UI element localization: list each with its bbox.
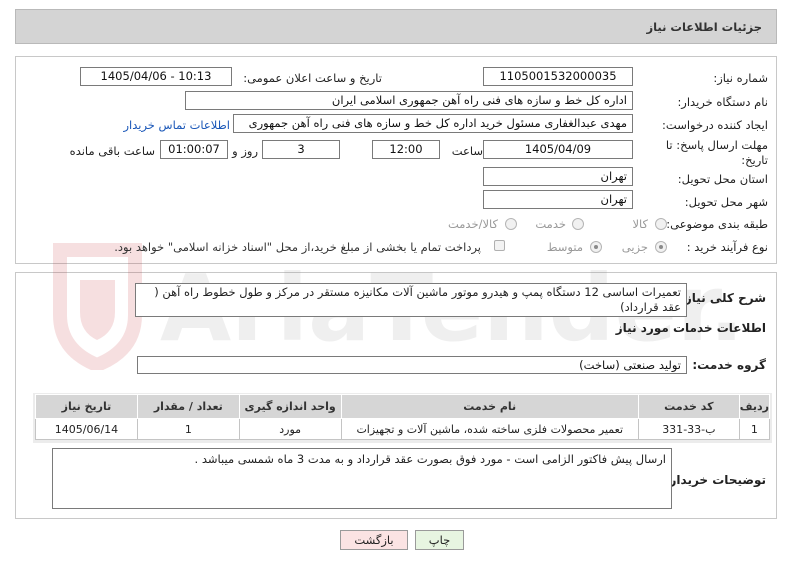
city-field: تهران xyxy=(483,190,633,209)
table-header-row: ردیف کد خدمت نام خدمت واحد اندازه گیری ت… xyxy=(35,394,771,419)
col-quantity: تعداد / مقدار xyxy=(136,394,240,419)
description-textarea[interactable]: تعمیرات اساسی 12 دستگاه پمپ و هیدرو موتو… xyxy=(135,283,687,317)
category-option-service: خدمت xyxy=(535,217,566,231)
col-service-name: نام خدمت xyxy=(340,394,639,419)
buyer-notes-textarea[interactable]: ارسال پیش فاکتور الزامی است - مورد فوق ب… xyxy=(52,448,672,509)
time-remaining-label: ساعت باقی مانده xyxy=(69,144,155,158)
days-label: روز و xyxy=(232,144,258,158)
page-header: جزئیات اطلاعات نیاز xyxy=(15,9,777,44)
buyer-org-label: نام دستگاه خریدار: xyxy=(677,95,768,109)
announce-datetime-field: 1405/04/06 - 10:13 xyxy=(80,67,232,86)
buyer-contact-link[interactable]: اطلاعات تماس خریدار xyxy=(123,118,230,132)
cell-need-date: 1405/06/14 xyxy=(35,418,138,440)
deadline-date-field: 1405/04/09 xyxy=(483,140,633,159)
treasury-payment-checkbox[interactable] xyxy=(494,240,505,251)
process-label: نوع فرآیند خرید : xyxy=(686,240,768,254)
print-button[interactable]: چاپ xyxy=(415,530,464,550)
province-label: استان محل تحویل: xyxy=(677,172,768,186)
description-label: شرح کلی نیاز: xyxy=(680,291,766,305)
cell-quantity: 1 xyxy=(136,418,240,440)
deadline-time-label: ساعت xyxy=(451,144,483,158)
category-option-goods-service: کالا/خدمت xyxy=(447,217,498,231)
category-label: طبقه بندی موضوعی: xyxy=(666,217,768,231)
table-row: 1 ب-33-331 تعمیر محصولات فلزی ساخته شده،… xyxy=(35,418,771,440)
service-group-label: گروه خدمت: xyxy=(692,358,766,372)
col-need-date: تاریخ نیاز xyxy=(35,394,138,419)
services-table: ردیف کد خدمت نام خدمت واحد اندازه گیری ت… xyxy=(35,394,771,440)
category-radio-service[interactable] xyxy=(572,218,584,230)
city-label: شهر محل تحویل: xyxy=(684,195,768,209)
buyer-notes-label: توضیحات خریدار: xyxy=(664,473,766,487)
process-radio-medium[interactable] xyxy=(590,241,602,253)
process-radio-minor[interactable] xyxy=(655,241,667,253)
col-unit: واحد اندازه گیری xyxy=(238,394,342,419)
services-section-title: اطلاعات خدمات مورد نیاز xyxy=(615,321,766,335)
category-radio-goods[interactable] xyxy=(655,218,667,230)
category-radio-goods-service[interactable] xyxy=(505,218,517,230)
days-remaining-field: 3 xyxy=(262,140,340,159)
col-service-code: کد خدمت xyxy=(637,394,740,419)
cell-unit: مورد xyxy=(238,418,342,440)
treasury-payment-note: پرداخت تمام یا بخشی از مبلغ خرید،از محل … xyxy=(114,240,481,254)
col-row: ردیف xyxy=(738,394,771,419)
time-remaining-field: 01:00:07 xyxy=(160,140,228,159)
cell-service-code: ب-33-331 xyxy=(637,418,740,440)
creator-label: ایجاد کننده درخواست: xyxy=(662,118,768,132)
province-field: تهران xyxy=(483,167,633,186)
page-title: جزئیات اطلاعات نیاز xyxy=(646,20,762,34)
back-button[interactable]: بازگشت xyxy=(340,530,408,550)
need-number-label: شماره نیاز: xyxy=(713,71,768,85)
cell-service-name: تعمیر محصولات فلزی ساخته شده، ماشین آلات… xyxy=(340,418,639,440)
buyer-org-field: اداره کل خط و سازه های فنی راه آهن جمهور… xyxy=(185,91,633,110)
service-group-field: تولید صنعتی (ساخت) xyxy=(137,356,687,374)
creator-field: مهدی عبدالغفاری مسئول خرید اداره کل خط و… xyxy=(233,114,633,133)
deadline-label: مهلت ارسال پاسخ: تا تاریخ: xyxy=(665,138,768,167)
need-number-field: 1105001532000035 xyxy=(483,67,633,86)
deadline-time-field: 12:00 xyxy=(372,140,440,159)
category-option-goods: کالا xyxy=(632,217,648,231)
process-option-medium: متوسط xyxy=(546,240,583,254)
announce-label: تاریخ و ساعت اعلان عمومی: xyxy=(243,71,382,85)
cell-row: 1 xyxy=(738,418,771,440)
process-option-minor: جزیی xyxy=(621,240,648,254)
